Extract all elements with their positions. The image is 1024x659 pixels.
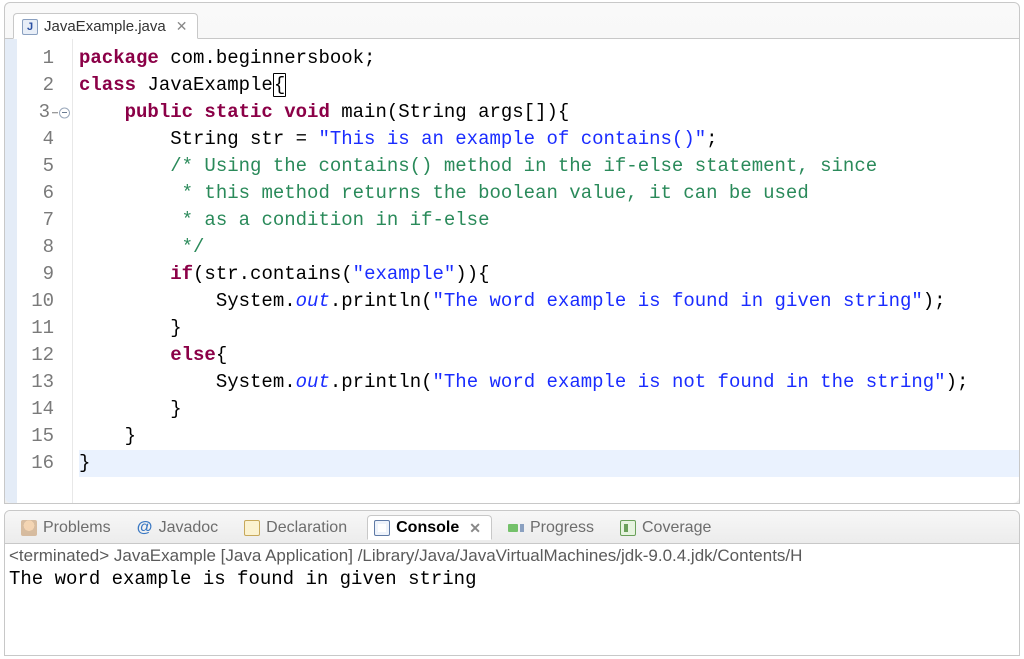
tab-declaration[interactable]: Declaration <box>238 516 357 539</box>
console-output[interactable]: The word example is found in given strin… <box>9 566 1015 590</box>
tab-label: Console <box>396 519 459 537</box>
tab-javadoc[interactable]: @ Javadoc <box>131 516 229 539</box>
line-number: 14 <box>5 396 72 423</box>
tab-label: Progress <box>530 519 594 537</box>
line-number: 4 <box>5 126 72 153</box>
close-icon[interactable]: ✕ <box>469 520 481 537</box>
editor-tabbar: J JavaExample.java ✕ <box>5 3 1019 39</box>
console-icon <box>374 520 390 536</box>
editor-pane: J JavaExample.java ✕ 1 2 3 4 5 6 7 8 9 1… <box>4 2 1020 504</box>
bottom-pane: Problems @ Javadoc Declaration Console ✕ P… <box>4 510 1020 656</box>
tab-problems[interactable]: Problems <box>15 516 121 539</box>
tab-console[interactable]: Console ✕ <box>367 515 492 540</box>
progress-icon <box>508 520 524 536</box>
java-file-icon: J <box>22 19 38 35</box>
bottom-tabbar: Problems @ Javadoc Declaration Console ✕ P… <box>5 511 1019 544</box>
line-number: 6 <box>5 180 72 207</box>
line-number: 5 <box>5 153 72 180</box>
tab-coverage[interactable]: Coverage <box>614 516 721 539</box>
line-number: 13 <box>5 369 72 396</box>
line-number: 7 <box>5 207 72 234</box>
line-number: 8 <box>5 234 72 261</box>
tab-label: Coverage <box>642 519 711 537</box>
line-number: 10 <box>5 288 72 315</box>
line-number: 11 <box>5 315 72 342</box>
declaration-icon <box>244 520 260 536</box>
line-number: 9 <box>5 261 72 288</box>
line-number: 12 <box>5 342 72 369</box>
line-number: 2 <box>5 72 72 99</box>
editor-body: 1 2 3 4 5 6 7 8 9 10 11 12 13 14 15 16 p… <box>5 39 1019 503</box>
fold-toggle-icon[interactable] <box>59 107 70 118</box>
problems-icon <box>21 520 37 536</box>
tab-label: Problems <box>43 519 111 537</box>
console-body: <terminated> JavaExample [Java Applicati… <box>5 544 1019 655</box>
tab-label: Javadoc <box>159 519 219 537</box>
tab-progress[interactable]: Progress <box>502 516 604 539</box>
line-number: 16 <box>5 450 72 477</box>
close-icon[interactable]: ✕ <box>176 18 188 35</box>
code-area[interactable]: package com.beginnersbook; class JavaExa… <box>73 39 1019 503</box>
tab-label: Declaration <box>266 519 347 537</box>
at-icon: @ <box>137 520 153 536</box>
cursor-position: { <box>273 73 286 97</box>
editor-tab[interactable]: J JavaExample.java ✕ <box>13 13 198 39</box>
console-status: <terminated> JavaExample [Java Applicati… <box>9 546 1015 566</box>
editor-tab-filename: JavaExample.java <box>44 18 166 35</box>
line-number: 3 <box>5 99 72 126</box>
line-number-gutter[interactable]: 1 2 3 4 5 6 7 8 9 10 11 12 13 14 15 16 <box>5 39 73 503</box>
line-number: 1 <box>5 45 72 72</box>
coverage-icon <box>620 520 636 536</box>
line-number: 15 <box>5 423 72 450</box>
